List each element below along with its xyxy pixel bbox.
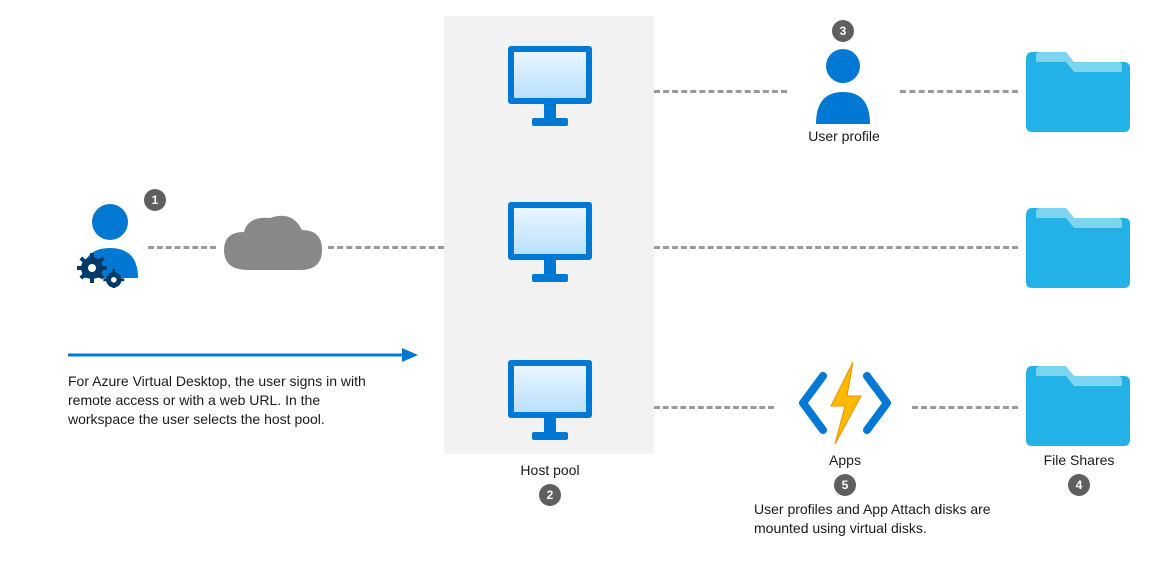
monitor-icon-3: [504, 356, 596, 449]
connector-host-userprofile: [654, 90, 787, 93]
connector-apps-folder: [912, 406, 1018, 409]
flow-arrow-icon: [68, 346, 418, 367]
step-badge-4: 4: [1068, 474, 1090, 496]
azure-function-icon: [795, 358, 895, 451]
step-1-description: For Azure Virtual Desktop, the user sign…: [68, 372, 388, 429]
step-badge-2: 2: [539, 484, 561, 506]
monitor-icon-1: [504, 42, 596, 135]
step-badge-1: 1: [144, 189, 166, 211]
folder-icon-1: [1022, 42, 1134, 137]
monitor-icon-2: [504, 198, 596, 291]
host-pool-label: Host pool: [510, 462, 590, 478]
folder-icon-2: [1022, 198, 1134, 293]
step-badge-5: 5: [834, 474, 856, 496]
connector-user-cloud: [148, 246, 216, 249]
user-gear-icon: [70, 200, 150, 291]
connector-host-folder-mid: [654, 246, 1018, 249]
step-badge-3: 3: [832, 20, 854, 42]
connector-userprofile-folder: [900, 90, 1018, 93]
connector-cloud-hostpool: [328, 246, 444, 249]
folder-icon-3: [1022, 356, 1134, 451]
apps-label: Apps: [820, 452, 870, 468]
user-profile-label: User profile: [798, 128, 890, 144]
step-5-description: User profiles and App Attach disks are m…: [754, 500, 994, 538]
connector-host-apps: [654, 406, 774, 409]
user-icon: [808, 46, 878, 127]
cloud-icon: [218, 212, 326, 285]
file-shares-label: File Shares: [1038, 452, 1120, 468]
